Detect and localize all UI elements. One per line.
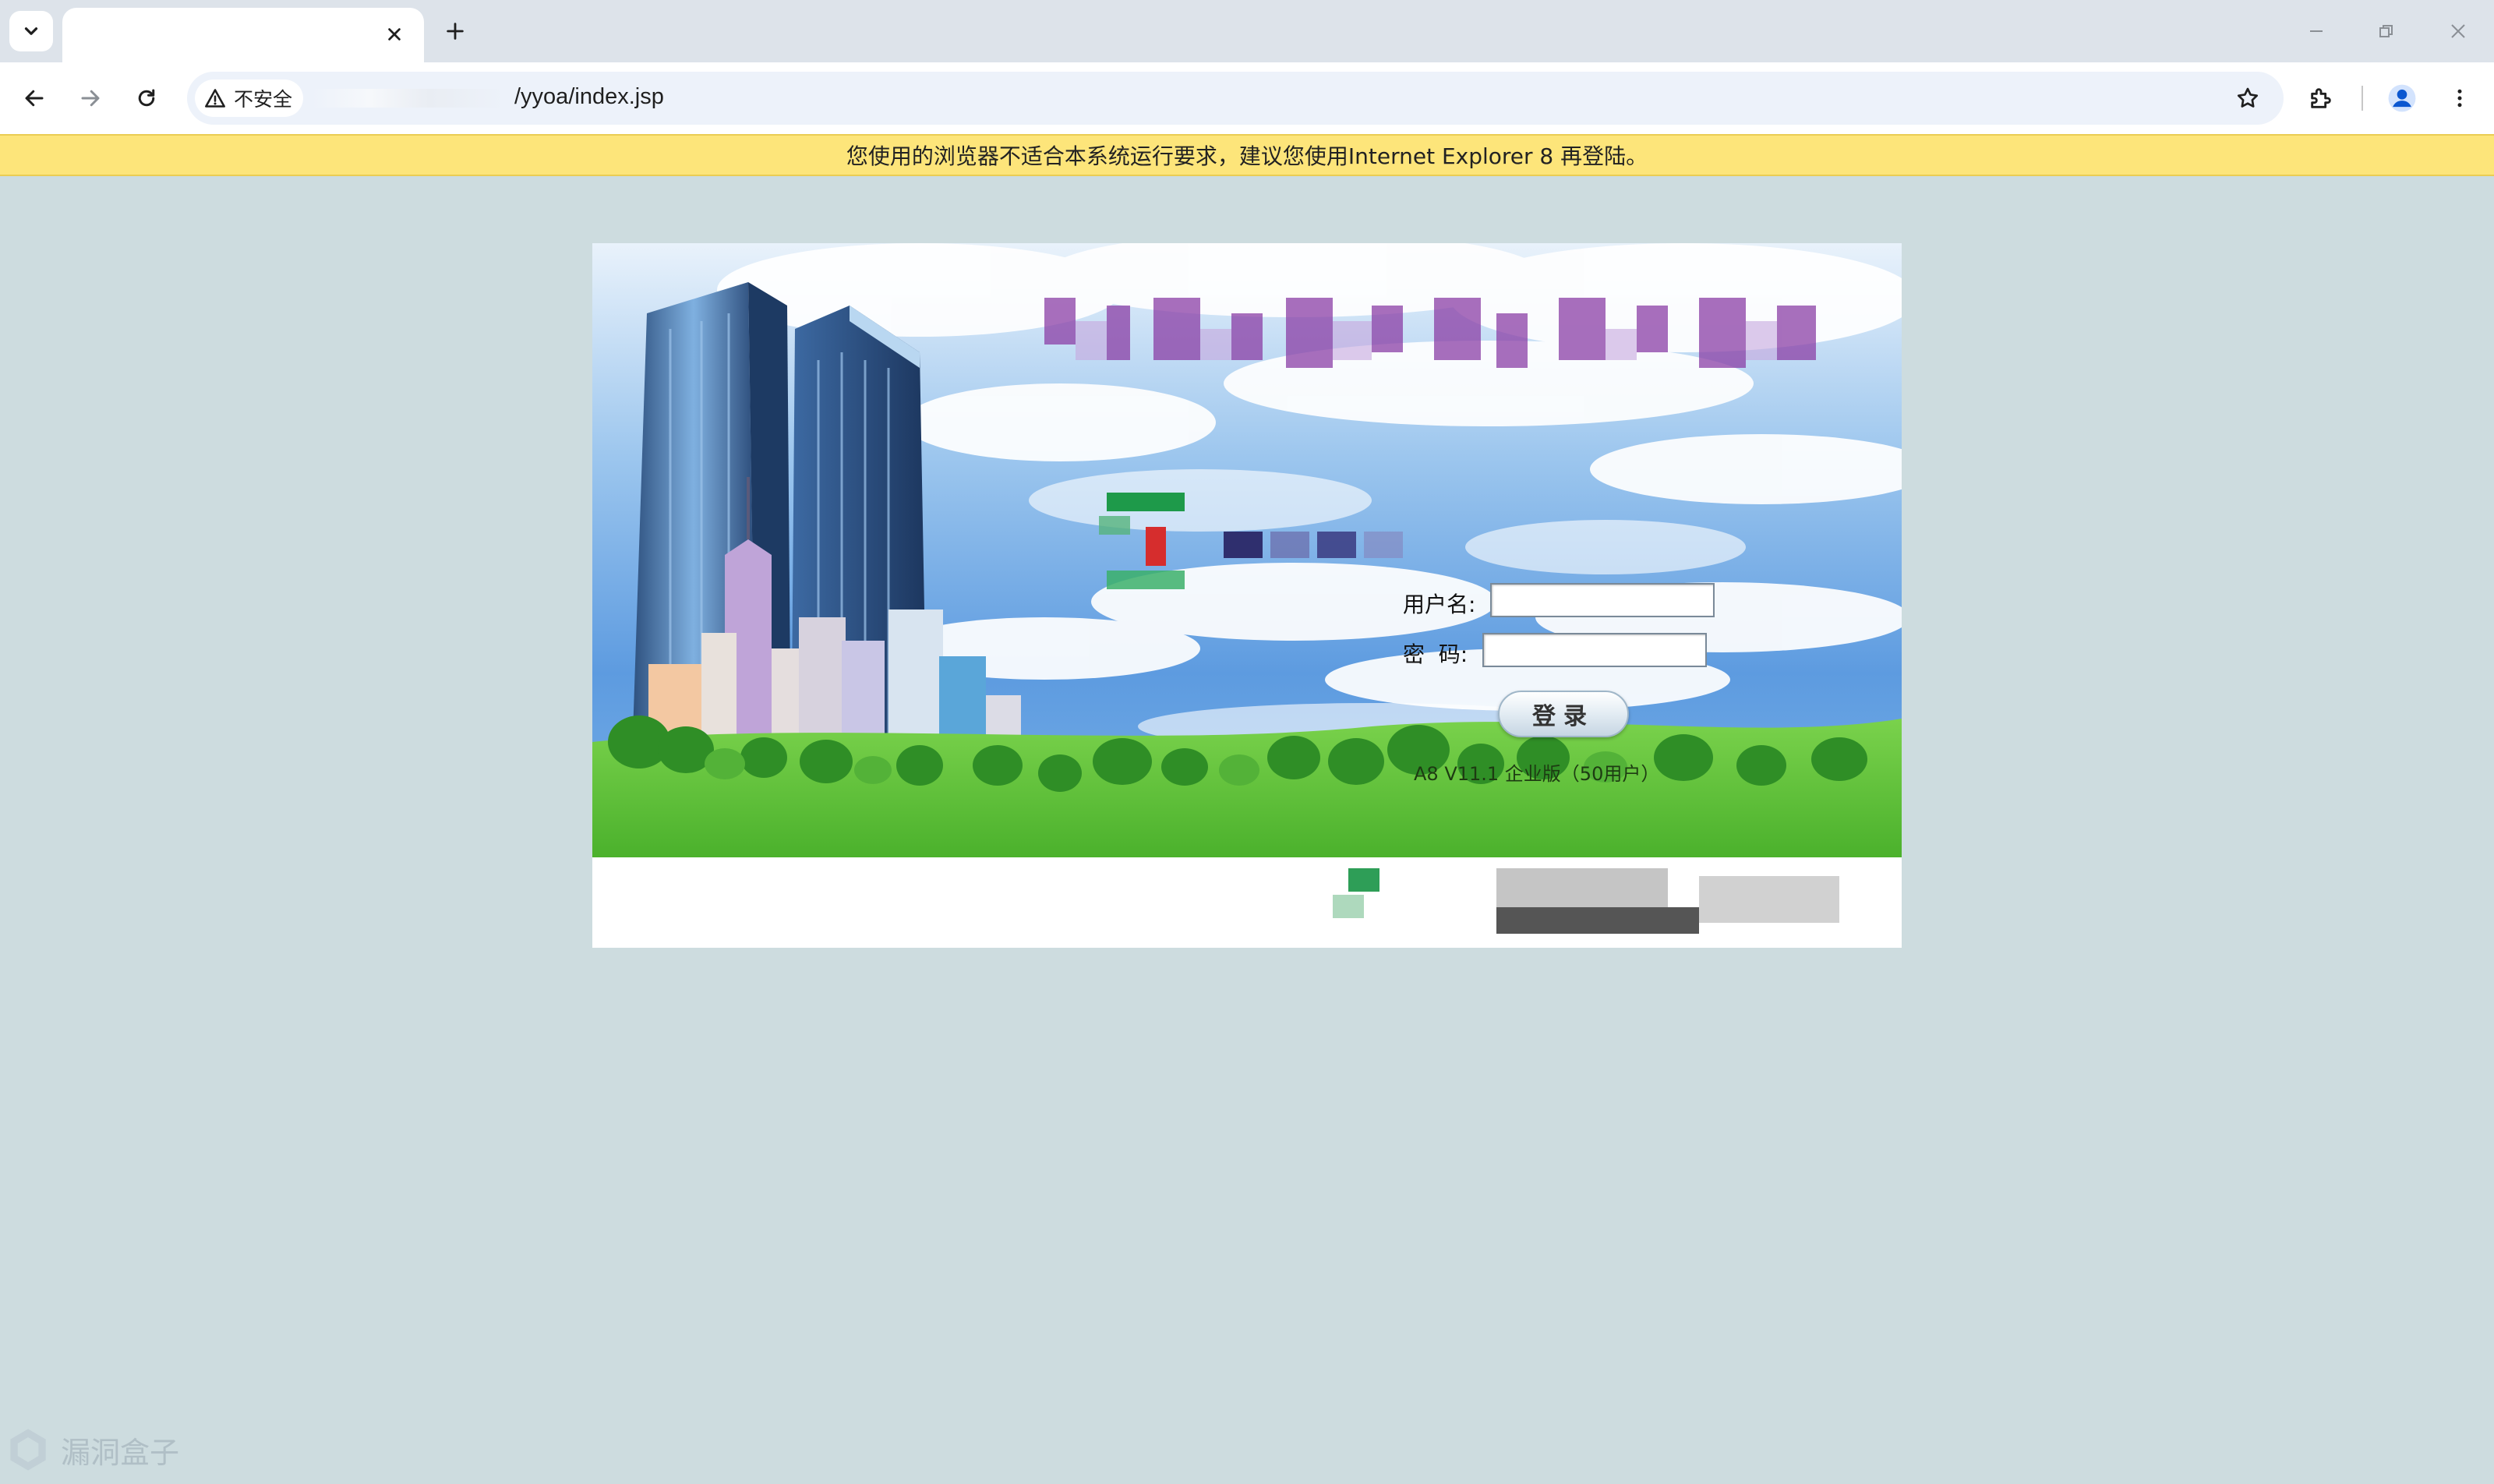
system-title-redacted bbox=[1044, 298, 1816, 368]
arrow-left-icon bbox=[25, 90, 44, 107]
password-input[interactable] bbox=[1482, 633, 1707, 667]
version-text: A8 V11.1 企业版（50用户） bbox=[1414, 762, 1660, 785]
hexagon-logo-icon bbox=[10, 1429, 46, 1471]
forward-button[interactable] bbox=[72, 80, 109, 117]
close-icon bbox=[2451, 24, 2465, 38]
close-icon bbox=[388, 28, 401, 41]
url-host-redacted bbox=[312, 89, 507, 108]
username-input[interactable] bbox=[1490, 583, 1715, 617]
warning-triangle-icon bbox=[205, 89, 225, 108]
browser-warning-bar: 您使用的浏览器不适合本系统运行要求，建议您使用Internet Explorer… bbox=[0, 134, 2494, 176]
star-icon bbox=[2237, 87, 2259, 108]
reload-button[interactable] bbox=[128, 80, 165, 117]
minimize-button[interactable] bbox=[2293, 12, 2340, 50]
kebab-menu-icon bbox=[2457, 89, 2462, 108]
watermark-text: 漏洞盒子 bbox=[61, 1435, 180, 1470]
url-text[interactable]: /yyoa/index.jsp bbox=[514, 84, 664, 110]
version-info: A8 V11.1 企业版（50用户） bbox=[1403, 758, 1659, 786]
arrow-right-icon bbox=[81, 90, 100, 107]
reload-icon bbox=[138, 89, 155, 107]
address-bar[interactable]: 不安全 /yyoa/index.jsp bbox=[187, 72, 2284, 125]
tab-close-button[interactable] bbox=[380, 20, 408, 48]
password-label: 密 码: bbox=[1403, 641, 1468, 667]
security-indicator[interactable]: 不安全 bbox=[195, 80, 304, 117]
login-panel: 用户名: 密 码: 登录 A8 V11.1 企业版（50用户） bbox=[592, 243, 1902, 948]
chevron-down-icon bbox=[24, 27, 38, 35]
puzzle-icon bbox=[2311, 88, 2331, 108]
close-window-button[interactable] bbox=[2435, 12, 2482, 50]
watermark: 漏洞盒子 bbox=[3, 1425, 179, 1475]
tab-strip bbox=[0, 0, 2494, 62]
login-button[interactable]: 登录 bbox=[1498, 691, 1629, 737]
browser-menu-button[interactable] bbox=[2441, 78, 2478, 118]
security-label: 不安全 bbox=[234, 89, 293, 111]
restore-button[interactable] bbox=[2363, 12, 2410, 50]
plus-icon bbox=[447, 23, 464, 40]
minimize-icon bbox=[2310, 30, 2323, 32]
username-label: 用户名: bbox=[1403, 592, 1476, 617]
footer-logo-redacted bbox=[1333, 868, 1839, 934]
back-button[interactable] bbox=[16, 80, 53, 117]
extensions-button[interactable] bbox=[2301, 78, 2341, 118]
browser-tab-active[interactable] bbox=[62, 8, 424, 62]
restore-icon bbox=[2379, 25, 2393, 37]
person-icon bbox=[2388, 84, 2416, 112]
bookmark-button[interactable] bbox=[2231, 81, 2265, 115]
tab-search-button[interactable] bbox=[9, 11, 53, 51]
profile-button[interactable] bbox=[2382, 78, 2422, 118]
tab-title bbox=[89, 23, 377, 47]
toolbar-divider bbox=[2362, 86, 2363, 111]
browser-toolbar: 不安全 /yyoa/index.jsp bbox=[0, 62, 2494, 134]
new-tab-button[interactable] bbox=[438, 14, 472, 48]
